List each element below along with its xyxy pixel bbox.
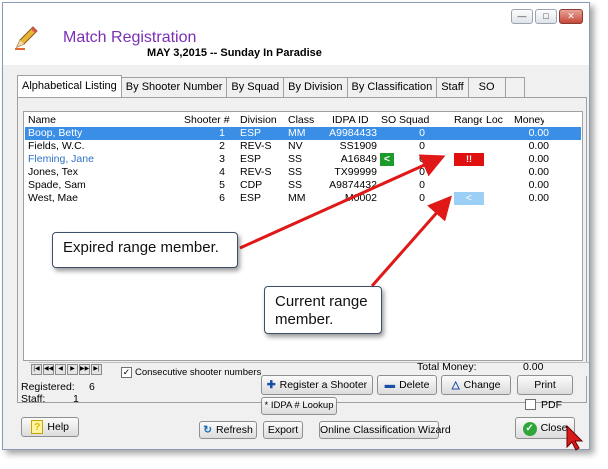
expired-arrow <box>239 154 446 250</box>
current-arrow <box>370 195 452 287</box>
expired-range-callout: Expired range member. <box>52 232 238 268</box>
current-range-callout: Current range member. <box>264 286 382 334</box>
cursor-icon <box>566 424 584 451</box>
